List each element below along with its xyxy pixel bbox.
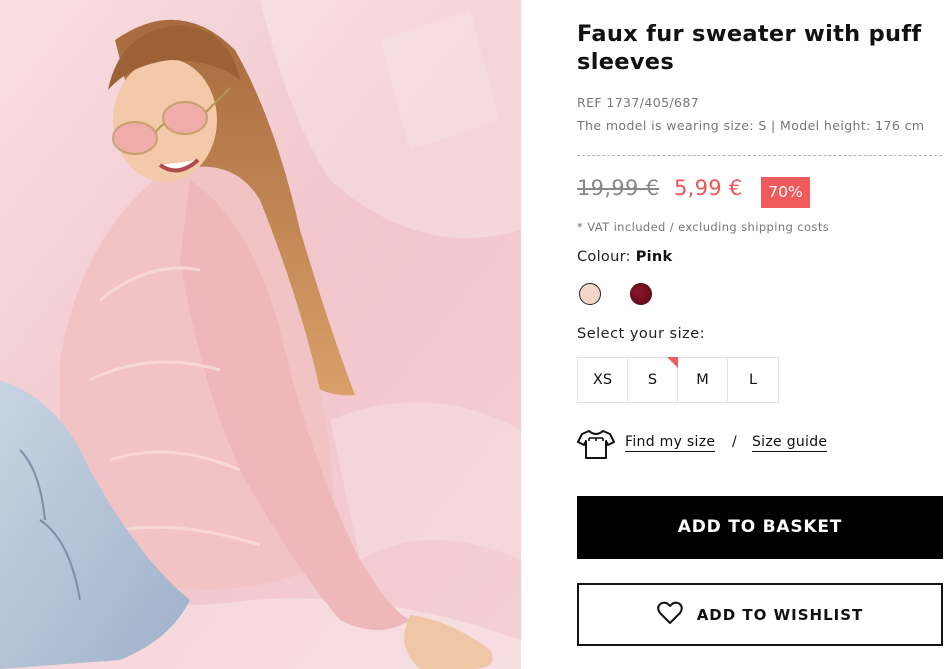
add-to-wishlist-button[interactable]: ADD TO WISHLIST xyxy=(577,583,943,646)
size-option-xs[interactable]: XS xyxy=(578,358,628,402)
add-to-basket-button[interactable]: ADD TO BASKET xyxy=(577,496,943,559)
link-separator: / xyxy=(732,434,737,450)
low-stock-indicator xyxy=(667,357,678,368)
colour-label: Colour: Pink xyxy=(577,249,672,265)
old-price: 19,99 € xyxy=(577,176,660,200)
sale-price: 5,99 € xyxy=(674,176,743,200)
vat-note: * VAT included / excluding shipping cost… xyxy=(577,220,830,234)
size-selector: XS S M L xyxy=(577,357,779,403)
size-guide-link[interactable]: Size guide xyxy=(752,434,828,452)
model-info: The model is wearing size: S | Model hei… xyxy=(577,118,925,133)
selected-colour: Pink xyxy=(635,249,673,265)
colour-swatch-pink[interactable] xyxy=(579,283,601,305)
heart-icon xyxy=(656,601,683,629)
product-image[interactable] xyxy=(0,0,521,669)
size-label: Select your size: xyxy=(577,326,706,342)
discount-badge: 70% xyxy=(761,177,810,208)
size-option-l[interactable]: L xyxy=(728,358,778,402)
wishlist-label: ADD TO WISHLIST xyxy=(696,605,864,624)
find-my-size-link[interactable]: Find my size xyxy=(625,434,716,452)
product-title: Faux fur sweater with puff sleeves xyxy=(577,21,922,75)
colour-label-text: Colour: xyxy=(577,249,631,265)
divider xyxy=(577,155,942,156)
size-option-m[interactable]: M xyxy=(678,358,728,402)
size-option-s-label: S xyxy=(647,372,658,388)
product-photo-illustration xyxy=(0,0,521,669)
tshirt-icon xyxy=(577,428,615,464)
size-option-s[interactable]: S xyxy=(628,357,678,402)
colour-swatch-burgundy[interactable] xyxy=(630,283,652,305)
product-reference: REF 1737/405/687 xyxy=(577,95,700,110)
